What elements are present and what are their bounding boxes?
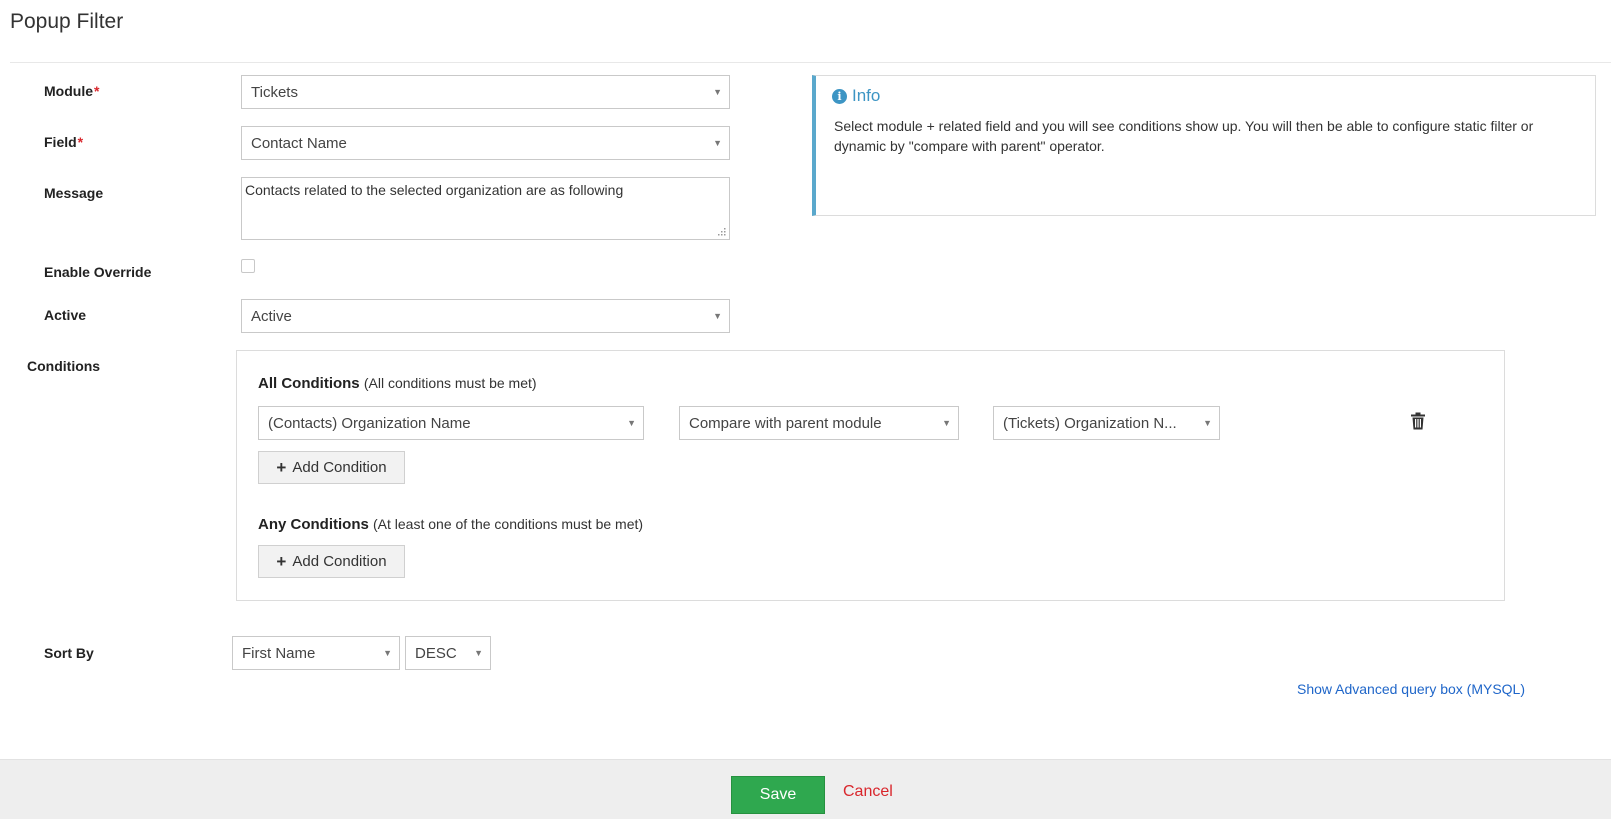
any-conditions-title: Any Conditions: [258, 516, 369, 533]
condition-field-value: (Contacts) Organization Name: [268, 414, 471, 432]
dropdown-caret-icon: ▼: [383, 648, 392, 658]
required-mark: *: [77, 134, 84, 150]
info-title: i Info: [832, 86, 880, 106]
module-select-value: Tickets: [251, 83, 298, 101]
add-any-condition-button[interactable]: + Add Condition: [258, 545, 405, 578]
message-textarea[interactable]: Contacts related to the selected organiz…: [241, 177, 730, 240]
trash-icon[interactable]: [1410, 412, 1426, 430]
resize-grip-icon[interactable]: [717, 227, 726, 236]
dropdown-caret-icon: ▼: [627, 418, 636, 428]
dropdown-caret-icon: ▼: [474, 648, 483, 658]
all-conditions-heading: All Conditions (All conditions must be m…: [258, 375, 537, 392]
any-conditions-subtitle: (At least one of the conditions must be …: [373, 516, 644, 532]
module-label-text: Module: [44, 83, 93, 99]
any-conditions-heading: Any Conditions (At least one of the cond…: [258, 516, 643, 533]
add-condition-label: Add Condition: [292, 553, 387, 570]
add-condition-label: Add Condition: [292, 459, 387, 476]
condition-operator-value: Compare with parent module: [689, 414, 882, 432]
title-divider: [10, 62, 1611, 63]
enable-override-checkbox[interactable]: [241, 259, 255, 273]
active-select-value: Active: [251, 307, 292, 325]
condition-operator-select[interactable]: Compare with parent module ▼: [679, 406, 959, 440]
required-mark: *: [94, 83, 100, 99]
enable-override-label: Enable Override: [44, 264, 152, 280]
sort-order-select[interactable]: DESC ▼: [405, 636, 491, 670]
dropdown-caret-icon: ▼: [713, 87, 722, 97]
all-conditions-subtitle: (All conditions must be met): [363, 375, 537, 391]
field-label-text: Field: [44, 134, 77, 150]
sort-field-select[interactable]: First Name ▼: [232, 636, 400, 670]
condition-field-select[interactable]: (Contacts) Organization Name ▼: [258, 406, 644, 440]
message-text: Contacts related to the selected organiz…: [245, 182, 624, 198]
plus-icon: +: [276, 551, 287, 571]
conditions-label: Conditions: [27, 358, 101, 374]
all-conditions-title: All Conditions: [258, 375, 360, 392]
message-label: Message: [44, 185, 104, 201]
page-title: Popup Filter: [10, 10, 124, 33]
dropdown-caret-icon: ▼: [713, 138, 722, 148]
module-label: Module*: [44, 83, 99, 99]
sort-by-label: Sort By: [44, 645, 94, 661]
info-circle-icon: i: [832, 88, 847, 104]
add-all-condition-button[interactable]: + Add Condition: [258, 451, 405, 484]
sort-order-value: DESC: [415, 644, 457, 662]
info-text: Select module + related field and you wi…: [834, 118, 1534, 154]
dropdown-caret-icon: ▼: [1203, 418, 1212, 428]
dropdown-caret-icon: ▼: [713, 311, 722, 321]
condition-value-value: (Tickets) Organization N...: [1003, 414, 1177, 432]
condition-value-select[interactable]: (Tickets) Organization N... ▼: [993, 406, 1220, 440]
cancel-button[interactable]: Cancel: [843, 783, 893, 801]
plus-icon: +: [276, 457, 287, 477]
info-title-text: Info: [852, 86, 881, 105]
module-select[interactable]: Tickets ▼: [241, 75, 730, 109]
show-advanced-query-link[interactable]: Show Advanced query box (MYSQL): [1297, 681, 1525, 697]
field-select-value: Contact Name: [251, 134, 347, 152]
active-select[interactable]: Active ▼: [241, 299, 730, 333]
dropdown-caret-icon: ▼: [942, 418, 951, 428]
field-label: Field*: [44, 134, 83, 150]
save-button[interactable]: Save: [731, 776, 825, 814]
field-select[interactable]: Contact Name ▼: [241, 126, 730, 160]
active-label: Active: [44, 307, 87, 323]
sort-field-value: First Name: [242, 644, 316, 662]
